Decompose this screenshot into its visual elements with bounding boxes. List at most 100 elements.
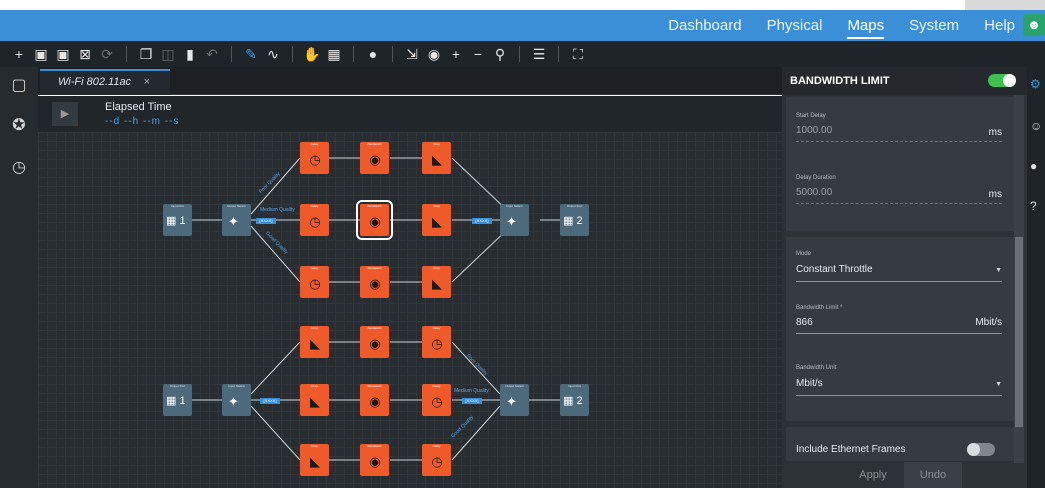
gauge-icon: ◉ [369, 336, 381, 351]
bandwidth-limit-underline [796, 333, 1002, 334]
bandwidth-node[interactable]: Bandwidth ◉ [360, 142, 389, 174]
close-icon[interactable]: × [144, 71, 150, 93]
pill-icon[interactable]: ● [1030, 159, 1037, 173]
zoom-out-icon[interactable]: − [467, 41, 489, 67]
nav-physical[interactable]: Physical [767, 10, 823, 41]
include-ethernet-toggle[interactable] [967, 443, 995, 456]
port-number: 1 [179, 395, 186, 407]
nav-help[interactable]: Help [984, 10, 1015, 41]
nav-maps[interactable]: Maps [847, 10, 884, 41]
refresh-icon[interactable]: ⟳ [96, 41, 118, 67]
users-icon[interactable]: ☺ [1030, 119, 1042, 133]
pencil-icon[interactable]: ✎ [240, 41, 262, 67]
node-label: Drop [311, 444, 318, 448]
output-port-node[interactable]: Output Port ▦ 1 [163, 384, 192, 416]
apply-button[interactable]: Apply [844, 462, 902, 488]
output-switch-node[interactable]: Output Switch ✦ [222, 204, 251, 236]
node-label: Delay [432, 384, 441, 388]
undo-icon[interactable]: ↶ [201, 41, 223, 67]
export-icon[interactable]: ⊠ [74, 41, 96, 67]
paste-icon[interactable]: ◫ [157, 41, 179, 67]
nav-dashboard[interactable]: Dashboard [668, 10, 741, 41]
delay-node[interactable]: Delay ◷ [422, 444, 451, 476]
gear-icon[interactable]: ⚙ [1030, 77, 1041, 91]
search-icon[interactable]: ⚲ [489, 41, 511, 67]
play-button[interactable]: ▶ [52, 102, 78, 126]
chevron-down-icon[interactable]: ▼ [995, 267, 1002, 274]
folder-icon[interactable]: ▢ [9, 75, 29, 95]
fullscreen-icon[interactable]: ⛶ [567, 41, 589, 67]
node-label: Input Port [567, 384, 581, 388]
elapsed-value: --d --h --m --s [105, 116, 180, 127]
delay-node[interactable]: Delay ◷ [300, 266, 329, 298]
bandwidth-node[interactable]: Bandwidth ◉ [360, 326, 389, 358]
include-ethernet-label: Include Ethernet Frames [796, 444, 906, 455]
zoom-in-icon[interactable]: + [445, 41, 467, 67]
add-icon[interactable]: + [8, 41, 30, 67]
toggle-icon[interactable]: ● [362, 41, 384, 67]
bandwidth-unit-select[interactable]: Mbit/s [796, 378, 823, 389]
nav-system[interactable]: System [909, 10, 959, 41]
copy-icon[interactable]: ❐ [135, 41, 157, 67]
help-icon[interactable]: ? [1030, 199, 1037, 213]
delay-node[interactable]: Delay ◷ [422, 326, 451, 358]
drop-node[interactable]: Drop ◣ [300, 384, 329, 416]
hand-icon[interactable]: ✋ [301, 41, 323, 67]
input-switch-node[interactable]: Input Switch ✦ [222, 384, 251, 416]
properties-panel: BANDWIDTH LIMIT Start Delay 1000.00 ms D… [782, 67, 1027, 488]
input-port-node[interactable]: Input Port ▦ 1 [163, 204, 192, 236]
fit-icon[interactable]: ⇲ [401, 41, 423, 67]
delay-icon: ◷ [309, 276, 321, 291]
gauge-icon: ◉ [369, 394, 381, 409]
switch-icon: ✦ [228, 394, 239, 409]
chevron-down-icon[interactable]: ▼ [995, 381, 1002, 388]
mode-select[interactable]: Constant Throttle [796, 264, 873, 275]
bandwidth-node-selected[interactable]: Bandwidth ◉ [356, 200, 393, 240]
drop-node[interactable]: Drop ◣ [300, 326, 329, 358]
save-as-icon[interactable]: ▣ [52, 41, 74, 67]
node-label: Output Switch [227, 204, 246, 208]
delay-icon: ◷ [431, 454, 443, 469]
bandwidth-node[interactable]: Bandwidth ◉ [360, 266, 389, 298]
quality-label: Medium Quality [260, 207, 295, 213]
gauge-icon: ◉ [369, 276, 381, 291]
panel-scroll-thumb[interactable] [1015, 237, 1023, 427]
wrench-icon[interactable]: ✪ [9, 115, 29, 135]
delay-duration-field[interactable]: 5000.00 [796, 187, 832, 198]
link-badge: [XXXX] [462, 398, 482, 404]
bandwidth-node[interactable]: Bandwidth ◉ [360, 384, 389, 416]
delay-node[interactable]: Delay ◷ [300, 204, 329, 236]
toolbar-divider [353, 46, 354, 62]
delay-node[interactable]: Delay ◷ [300, 142, 329, 174]
target-icon[interactable]: ◉ [423, 41, 445, 67]
ethernet-section: Include Ethernet Frames [786, 427, 1014, 461]
user-icon[interactable]: ☻ [1023, 14, 1045, 36]
input-switch-node[interactable]: Input Switch ✦ [500, 204, 529, 236]
output-switch-node[interactable]: Output Switch ✦ [500, 384, 529, 416]
input-port-node[interactable]: Input Port ▦ 2 [560, 384, 589, 416]
node-label: Input Switch [228, 384, 245, 388]
delay-icon: ◷ [431, 394, 443, 409]
map-canvas[interactable]: Input Port ▦ 1 Output Switch ✦ [XXXX] Po… [38, 132, 782, 488]
output-port-node[interactable]: Output Port ▦ 2 [560, 204, 589, 236]
start-delay-field[interactable]: 1000.00 [796, 125, 832, 136]
enable-toggle[interactable] [988, 74, 1016, 87]
toolbar-divider [519, 46, 520, 62]
delete-icon[interactable]: ▮ [179, 41, 201, 67]
menu-icon[interactable]: ☰ [528, 41, 550, 67]
line-icon[interactable]: ∿ [262, 41, 284, 67]
delay-node[interactable]: Delay ◷ [422, 384, 451, 416]
select-icon[interactable]: ▦ [323, 41, 345, 67]
bandwidth-node[interactable]: Bandwidth ◉ [360, 444, 389, 476]
tab-bar: Wi-Fi 802.11ac × [38, 67, 782, 95]
node-label: Bandwidth [367, 142, 382, 146]
undo-button[interactable]: Undo [904, 462, 962, 488]
drop-node[interactable]: Drop ◣ [422, 142, 451, 174]
tab-wifi[interactable]: Wi-Fi 802.11ac × [40, 69, 170, 95]
clock-icon[interactable]: ◷ [9, 157, 29, 177]
bandwidth-limit-field[interactable]: 866 [796, 317, 813, 328]
drop-node[interactable]: Drop ◣ [422, 266, 451, 298]
drop-node[interactable]: Drop ◣ [422, 204, 451, 236]
drop-node[interactable]: Drop ◣ [300, 444, 329, 476]
save-icon[interactable]: ▣ [30, 41, 52, 67]
